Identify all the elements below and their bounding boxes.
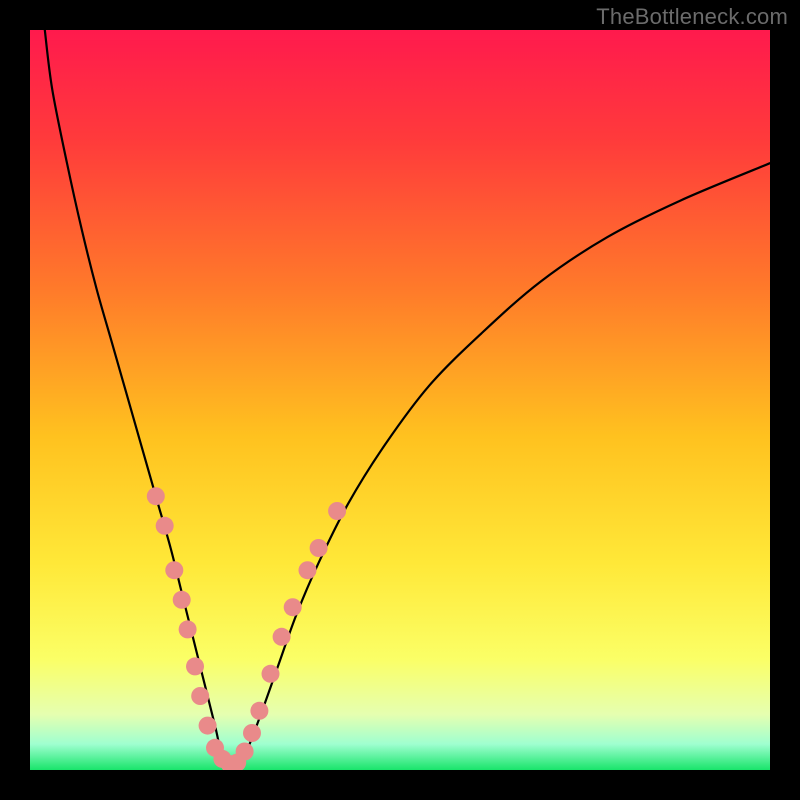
background-gradient — [30, 30, 770, 770]
chart-frame: TheBottleneck.com — [0, 0, 800, 800]
watermark-text: TheBottleneck.com — [596, 4, 788, 30]
plot-area — [30, 30, 770, 770]
